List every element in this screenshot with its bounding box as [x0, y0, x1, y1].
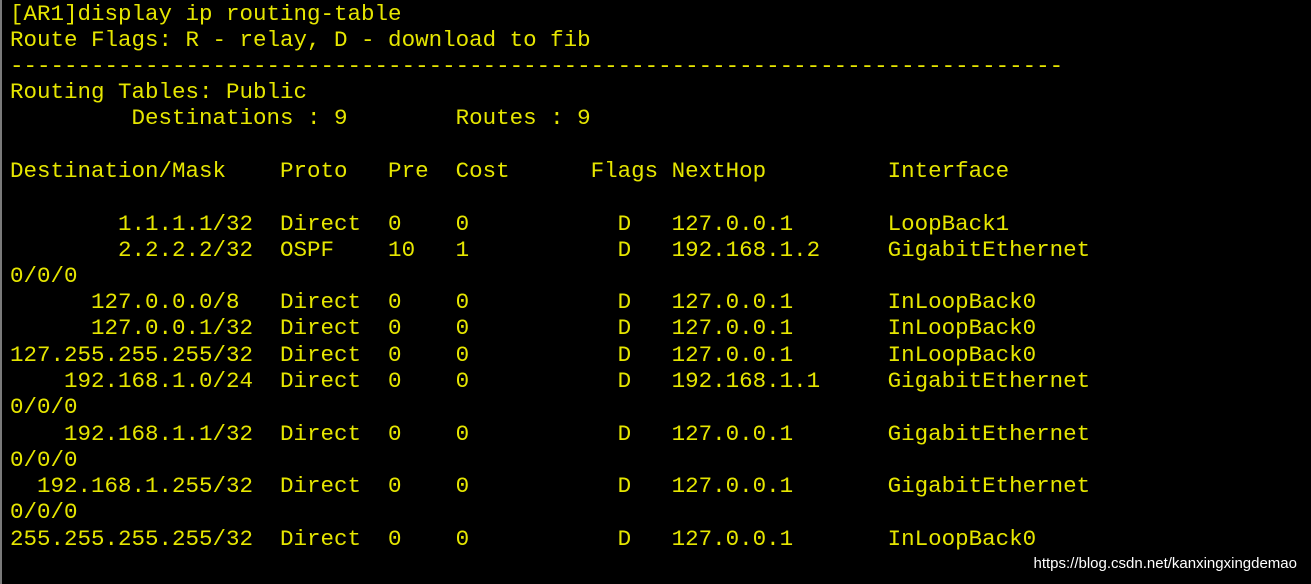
terminal-window[interactable]: [AR1]display ip routing-table Route Flag… [0, 0, 1311, 584]
table-row: 127.0.0.0/8 Direct 0 0 D 127.0.0.1 InLoo… [10, 289, 1037, 315]
table-row-wrap: 0/0/0 [10, 499, 78, 525]
command-line: [AR1]display ip routing-table [10, 1, 402, 27]
table-row: 192.168.1.0/24 Direct 0 0 D 192.168.1.1 … [10, 368, 1091, 394]
table-header: Destination/Mask Proto Pre Cost Flags Ne… [10, 158, 1010, 184]
table-row: 127.255.255.255/32 Direct 0 0 D 127.0.0.… [10, 342, 1037, 368]
table-row: 192.168.1.1/32 Direct 0 0 D 127.0.0.1 Gi… [10, 421, 1091, 447]
table-row: 255.255.255.255/32 Direct 0 0 D 127.0.0.… [10, 526, 1037, 552]
separator-line: ----------------------------------------… [10, 53, 1064, 79]
table-row-wrap: 0/0/0 [10, 263, 78, 289]
route-flags-legend: Route Flags: R - relay, D - download to … [10, 27, 591, 53]
destinations-routes-summary: Destinations : 9 Routes : 9 [10, 105, 591, 131]
table-row: 192.168.1.255/32 Direct 0 0 D 127.0.0.1 … [10, 473, 1091, 499]
table-row: 2.2.2.2/32 OSPF 10 1 D 192.168.1.2 Gigab… [10, 237, 1091, 263]
table-row: 1.1.1.1/32 Direct 0 0 D 127.0.0.1 LoopBa… [10, 211, 1010, 237]
table-row-wrap: 0/0/0 [10, 447, 78, 473]
watermark-url: https://blog.csdn.net/kanxingxingdemao [1029, 554, 1301, 573]
table-row-wrap: 0/0/0 [10, 394, 78, 420]
table-row: 127.0.0.1/32 Direct 0 0 D 127.0.0.1 InLo… [10, 315, 1037, 341]
routing-tables-title: Routing Tables: Public [10, 79, 308, 105]
